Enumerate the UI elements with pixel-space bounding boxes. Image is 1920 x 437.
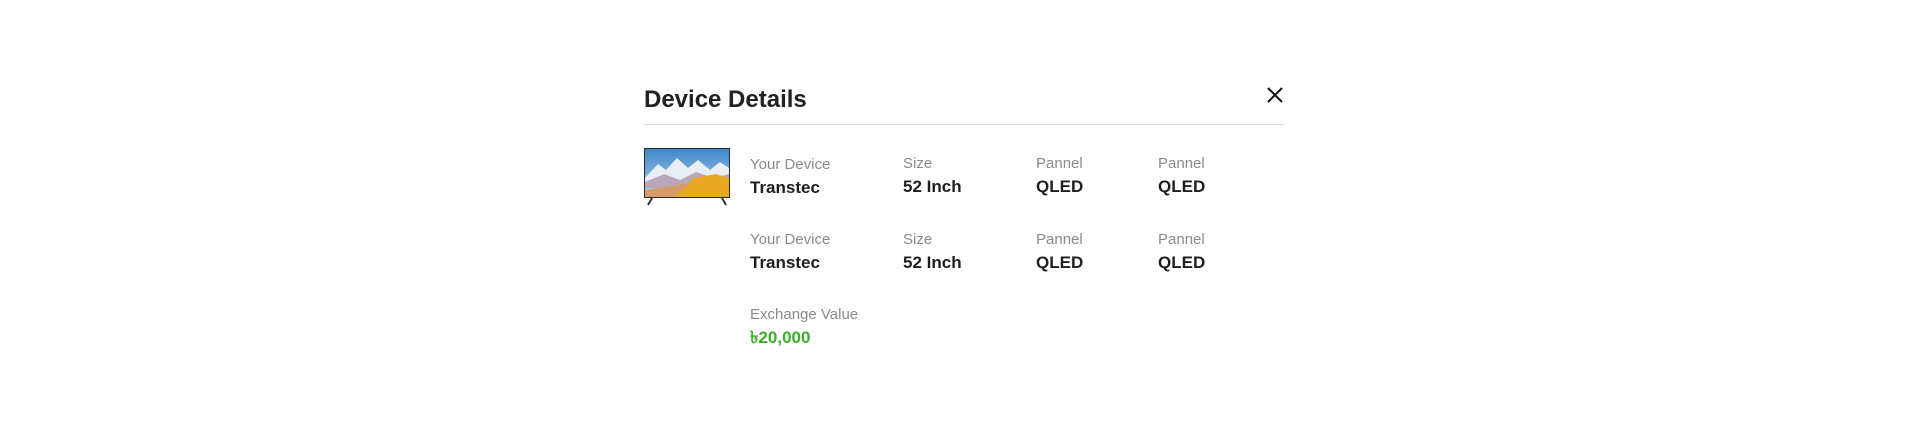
modal-header: Device Details [644,84,1284,125]
modal-title: Device Details [644,86,807,113]
row-2-size: Size 52 Inch [903,230,962,275]
close-icon [1267,87,1283,103]
exchange-label: Exchange Value [750,306,859,323]
row-2-panel-a: Pannel QLED [1036,230,1083,275]
close-button[interactable] [1264,84,1286,106]
panel-label: Pannel [1036,231,1083,248]
row-1-panel-b: Pannel QLED [1158,154,1205,199]
device-value: Transtec [750,253,820,272]
exchange-amount: ৳20,000 [750,328,811,347]
exchange-value-block: Exchange Value ৳20,000 [750,305,858,350]
row-1-device: Your Device Transtec [750,155,830,200]
panel-value: QLED [1036,253,1084,272]
device-label: Your Device [750,231,831,248]
panel-value: QLED [1158,253,1206,272]
row-1-panel-a: Pannel QLED [1036,154,1083,199]
size-label: Size [903,231,933,248]
panel-label: Pannel [1158,155,1205,172]
size-value: 52 Inch [903,253,962,272]
row-1-size: Size 52 Inch [903,154,962,199]
row-2-panel-b: Pannel QLED [1158,230,1205,275]
size-value: 52 Inch [903,177,962,196]
panel-label: Pannel [1036,155,1083,172]
device-label: Your Device [750,156,831,173]
device-value: Transtec [750,178,820,197]
row-2-device: Your Device Transtec [750,230,830,275]
panel-label: Pannel [1158,231,1205,248]
tv-thumbnail [644,148,730,206]
panel-value: QLED [1158,177,1206,196]
size-label: Size [903,155,933,172]
device-details-modal: Device Details Your Device Transtec Size… [644,0,1284,437]
panel-value: QLED [1036,177,1084,196]
